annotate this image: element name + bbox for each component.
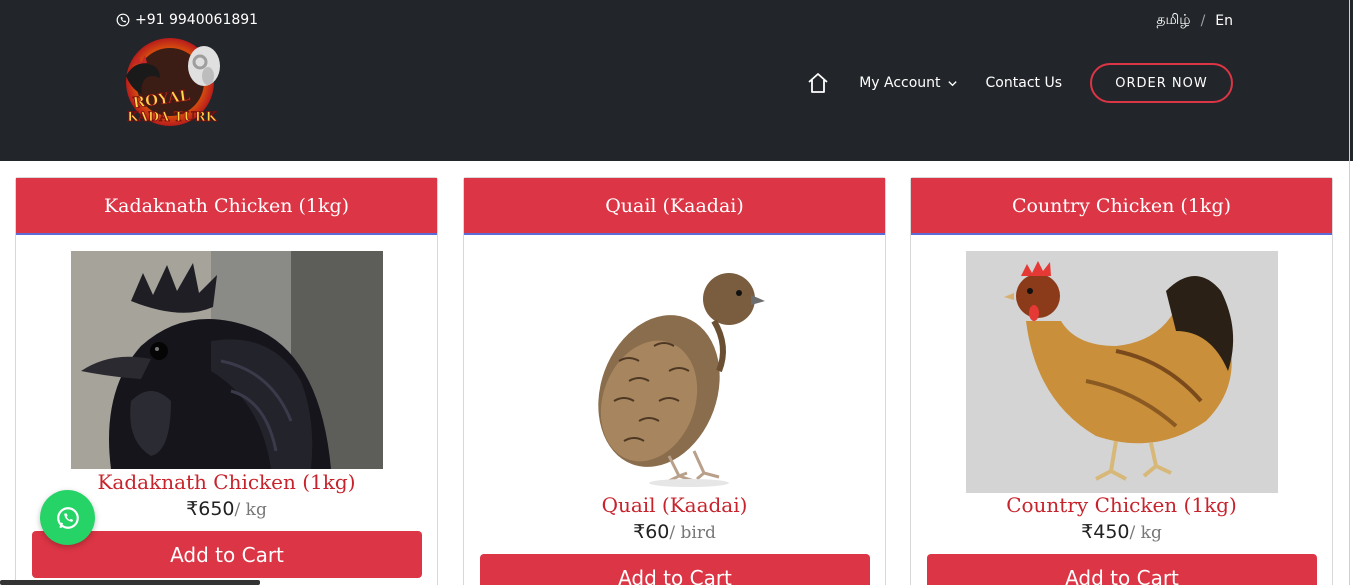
price-value: ₹60 — [633, 521, 670, 543]
add-to-cart-button[interactable]: Add to Cart — [32, 531, 422, 578]
phone-contact[interactable]: +91 9940061891 — [116, 12, 258, 28]
home-icon — [808, 73, 828, 93]
product-image-kadaknath[interactable] — [71, 251, 383, 469]
add-to-cart-button[interactable]: Add to Cart — [927, 554, 1317, 585]
product-price: ₹450/ kg — [911, 521, 1332, 543]
product-name[interactable]: Quail (Kaadai) — [464, 493, 885, 517]
lang-tamil[interactable]: தமிழ் — [1156, 12, 1190, 30]
main-nav: My Account Contact Us ORDER NOW — [805, 62, 1233, 104]
horizontal-scrollbar[interactable] — [0, 580, 260, 585]
my-account-label: My Account — [859, 75, 941, 91]
card-header[interactable]: Quail (Kaadai) — [464, 178, 885, 235]
card-header[interactable]: Country Chicken (1kg) — [911, 178, 1332, 235]
price-unit: / kg — [234, 500, 267, 520]
language-switcher: தமிழ் / En — [1156, 12, 1233, 30]
price-unit: / bird — [669, 523, 716, 543]
whatsapp-icon — [56, 506, 79, 529]
product-name[interactable]: Country Chicken (1kg) — [911, 493, 1332, 517]
price-value: ₹450 — [1081, 521, 1130, 543]
site-header: +91 9940061891 தமிழ் / En ROYAL KADA TUR… — [0, 0, 1353, 161]
price-value: ₹650 — [186, 498, 235, 520]
add-to-cart-button[interactable]: Add to Cart — [480, 554, 870, 585]
contact-us-link[interactable]: Contact Us — [986, 75, 1062, 91]
product-price: ₹60/ bird — [464, 521, 885, 543]
product-name[interactable]: Kadaknath Chicken (1kg) — [16, 470, 437, 494]
my-account-menu[interactable]: My Account — [859, 75, 957, 91]
product-card: Country Chicken (1kg) Country Chicken (1… — [910, 177, 1333, 585]
lang-english[interactable]: En — [1215, 13, 1233, 29]
scrollbar[interactable] — [1349, 0, 1350, 585]
logo-text-kadaturk: KADA TURK — [127, 110, 218, 125]
whatsapp-icon — [116, 13, 130, 27]
site-logo[interactable]: ROYAL KADA TURK — [112, 36, 236, 132]
price-unit: / kg — [1129, 523, 1162, 543]
contact-us-label: Contact Us — [985, 75, 1062, 91]
product-card: Quail (Kaadai) Quail (Kaadai) ₹60/ bird … — [463, 177, 886, 585]
product-image-country-chicken[interactable] — [966, 251, 1278, 493]
home-link[interactable] — [805, 70, 831, 96]
lang-separator: / — [1200, 13, 1206, 29]
card-header[interactable]: Kadaknath Chicken (1kg) — [16, 178, 437, 235]
phone-number[interactable]: +91 9940061891 — [135, 12, 258, 28]
chevron-down-icon — [947, 80, 957, 86]
whatsapp-chat-button[interactable] — [40, 490, 95, 545]
product-image-quail[interactable] — [519, 251, 831, 493]
order-now-button[interactable]: ORDER NOW — [1090, 63, 1233, 103]
